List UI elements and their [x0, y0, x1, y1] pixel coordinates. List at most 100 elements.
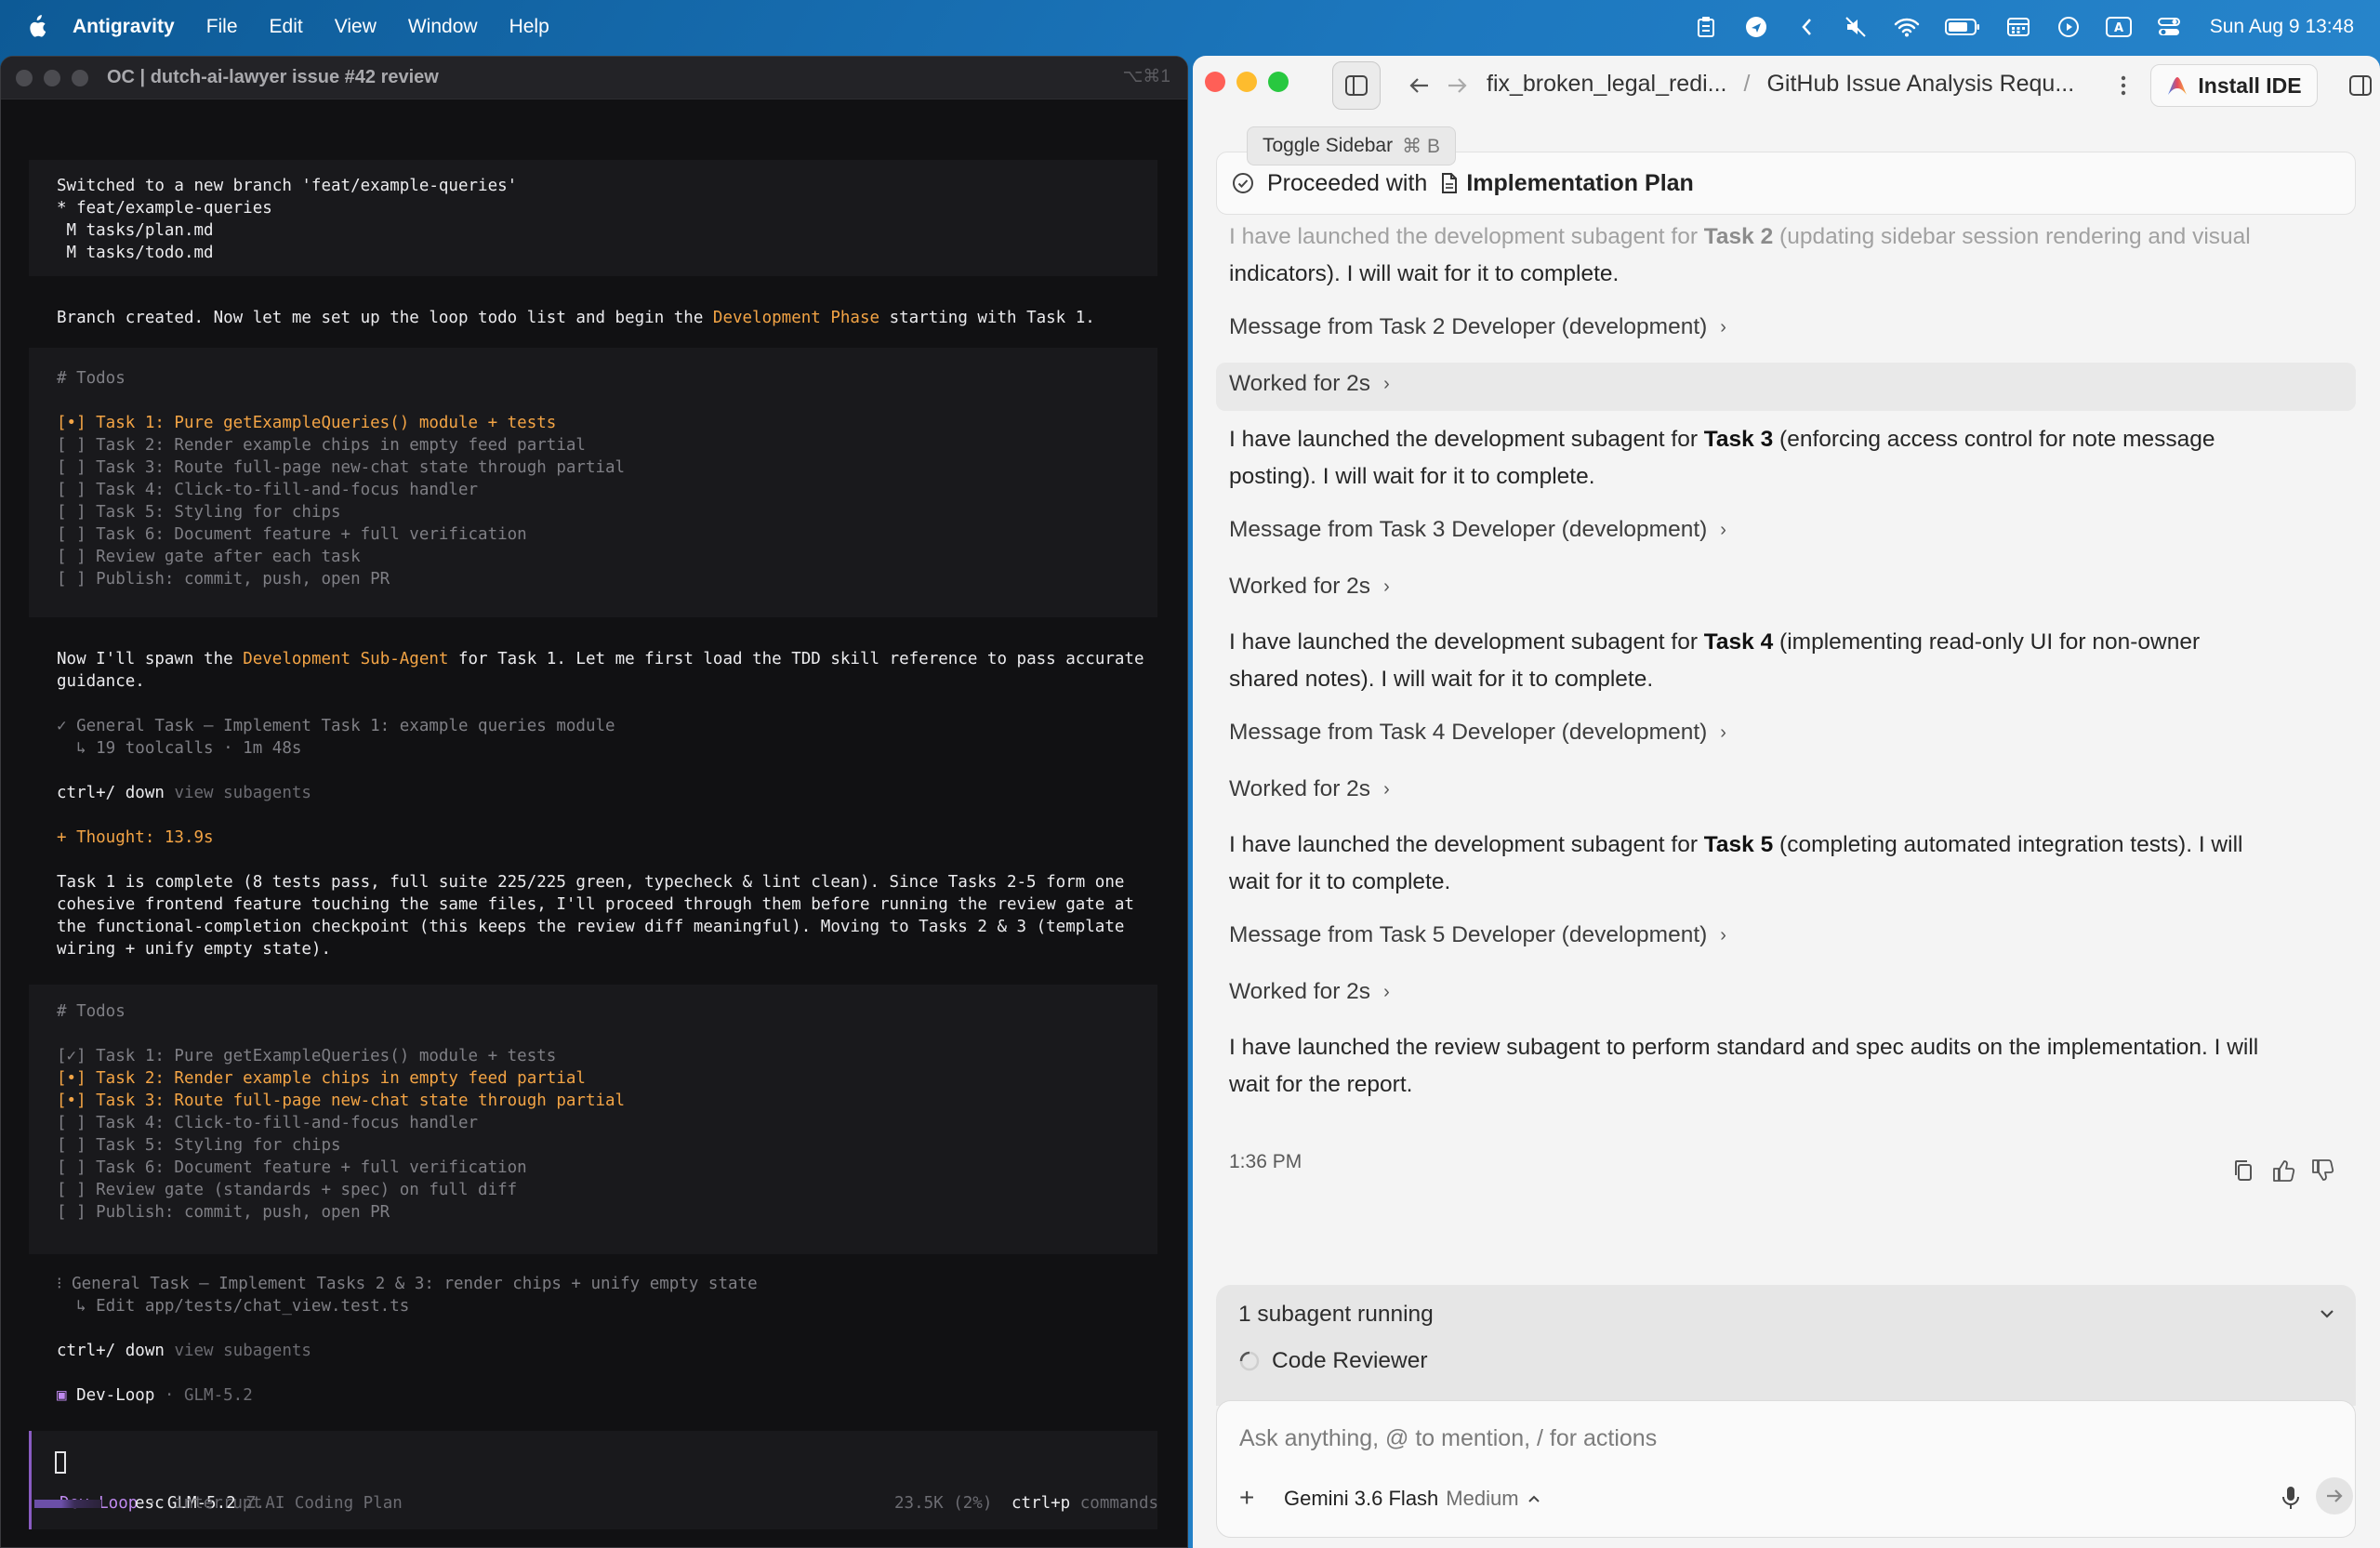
- worked-for-toggle[interactable]: Worked for 2s ›: [1229, 979, 1390, 1005]
- thought-toggle[interactable]: + Thought: 13.9s: [57, 827, 214, 849]
- todos-block: # Todos [✓] Task 1: Pure getExampleQueri…: [29, 985, 1157, 1254]
- input-source-icon[interactable]: A: [2105, 14, 2132, 40]
- worked-for-toggle[interactable]: Worked for 2s ›: [1229, 574, 1390, 600]
- todo-item: [ ] Publish: commit, push, open PR: [57, 570, 390, 589]
- todos-block: # Todos [•] Task 1: Pure getExampleQueri…: [29, 348, 1157, 617]
- model-mode: Medium: [1446, 1487, 1519, 1510]
- check-circle-icon: [1233, 173, 1253, 193]
- todo-item: [ ] Review gate (standards + spec) on fu…: [57, 1181, 518, 1199]
- menu-window[interactable]: Window: [408, 16, 478, 38]
- close-button[interactable]: [16, 69, 33, 86]
- worked-for-toggle[interactable]: Worked for 2s ›: [1229, 371, 1390, 397]
- todo-item: [ ] Publish: commit, push, open PR: [57, 1203, 390, 1222]
- loading-spinner-icon: [1239, 1351, 1260, 1371]
- worked-for-toggle[interactable]: Worked for 2s ›: [1229, 776, 1390, 802]
- microphone-icon[interactable]: [2281, 1485, 2300, 1511]
- send-button[interactable]: [2316, 1477, 2353, 1515]
- menu-help[interactable]: Help: [509, 16, 549, 38]
- more-options-button[interactable]: [2109, 61, 2137, 110]
- message-from-task3[interactable]: Message from Task 3 Developer (developme…: [1229, 517, 1726, 543]
- message-from-task2[interactable]: Message from Task 2 Developer (developme…: [1229, 314, 1726, 340]
- chat-input-placeholder[interactable]: Ask anything, @ to mention, / for action…: [1239, 1425, 1657, 1452]
- token-usage: 23.5K (2%): [894, 1494, 993, 1513]
- assistant-message-cont: guidance.: [57, 672, 145, 691]
- chat-toolbar: fix_broken_legal_redi... / GitHub Issue …: [1193, 56, 2380, 121]
- svg-text:A: A: [2114, 21, 2123, 35]
- install-ide-button[interactable]: Install IDE: [2150, 64, 2318, 107]
- chevron-up-icon: [1527, 1495, 1540, 1502]
- agent-message-review: I have launched the review subagent to p…: [1229, 1035, 2259, 1060]
- todo-item-active: [•] Task 1: Pure getExampleQueries() mod…: [57, 414, 557, 432]
- send-icon[interactable]: [1743, 14, 1769, 40]
- subagent-row[interactable]: Code Reviewer: [1238, 1348, 1428, 1374]
- thumbs-down-icon[interactable]: [2311, 1158, 2335, 1183]
- zoom-button[interactable]: [1268, 72, 1289, 92]
- agent-message-task4: I have launched the development subagent…: [1229, 629, 2201, 655]
- chevron-down-icon[interactable]: [2319, 1307, 2335, 1320]
- todo-item: [ ] Task 4: Click-to-fill-and-focus hand…: [57, 481, 479, 499]
- todo-item-active: [•] Task 3: Route full-page new-chat sta…: [57, 1092, 626, 1110]
- breadcrumb-project[interactable]: fix_broken_legal_redi...: [1487, 71, 1727, 98]
- breadcrumb: fix_broken_legal_redi... / GitHub Issue …: [1487, 71, 2074, 98]
- agent-message-task5-cont: wait for it to complete.: [1229, 869, 1451, 894]
- assistant-message: Now I'll spawn the Development Sub-Agent…: [57, 650, 1144, 668]
- model-selector[interactable]: Gemini 3.6 Flash Medium: [1284, 1487, 1541, 1511]
- git-output-block: Switched to a new branch 'feat/example-q…: [29, 160, 1157, 276]
- apple-menu-icon[interactable]: [24, 14, 48, 39]
- agent-message-task3: I have launched the development subagent…: [1229, 427, 2215, 452]
- calendar-grid-icon[interactable]: [2005, 14, 2031, 40]
- forward-button[interactable]: [1433, 61, 1481, 110]
- subagents-header: 1 subagent running: [1238, 1302, 1434, 1327]
- copy-icon[interactable]: [2232, 1158, 2256, 1183]
- chat-input-box[interactable]: Ask anything, @ to mention, / for action…: [1216, 1400, 2356, 1538]
- muted-speaker-icon[interactable]: [1844, 14, 1870, 40]
- toggle-sidebar-tooltip: Toggle Sidebar ⌘ B: [1247, 126, 1456, 165]
- commands-hint[interactable]: ctrl+p commands: [1012, 1492, 1158, 1515]
- todo-item: [ ] Review gate after each task: [57, 548, 361, 566]
- control-center-icon[interactable]: [2156, 14, 2182, 40]
- chevron-right-icon: ›: [1720, 721, 1726, 743]
- view-subagents-hint[interactable]: ctrl+/ down view subagents: [57, 782, 311, 804]
- chevron-left-icon[interactable]: [1793, 14, 1819, 40]
- menu-view[interactable]: View: [335, 16, 377, 38]
- subagent-name: Code Reviewer: [1272, 1348, 1428, 1373]
- subagent-task-meta: ↳ 19 toolcalls · 1m 48s: [57, 739, 302, 758]
- add-attachment-button[interactable]: +: [1239, 1483, 1254, 1513]
- wifi-icon[interactable]: [1894, 14, 1920, 40]
- subagents-panel[interactable]: 1 subagent running Code Reviewer: [1216, 1285, 2356, 1406]
- implementation-plan-link[interactable]: Implementation Plan: [1466, 170, 1693, 197]
- menubar-clock[interactable]: Sun Aug 9 13:48: [2210, 16, 2354, 38]
- summary-line: the functional-completion checkpoint (th…: [57, 918, 1125, 936]
- message-from-task5[interactable]: Message from Task 5 Developer (developme…: [1229, 922, 1726, 948]
- zoom-button[interactable]: [72, 69, 88, 86]
- thumbs-up-icon[interactable]: [2272, 1158, 2296, 1183]
- model-name: Gemini 3.6 Flash: [1284, 1487, 1439, 1510]
- view-subagents-hint[interactable]: ctrl+/ down view subagents: [57, 1340, 311, 1362]
- vertical-dots-icon: [2121, 75, 2126, 96]
- clipboard-icon[interactable]: [1693, 14, 1719, 40]
- output-line: M tasks/plan.md: [57, 221, 214, 240]
- toggle-panel-button[interactable]: [2342, 61, 2379, 110]
- arrow-right-icon: [1448, 78, 1467, 93]
- close-button[interactable]: [1205, 72, 1225, 92]
- toggle-sidebar-button[interactable]: [1332, 61, 1381, 110]
- battery-icon[interactable]: [1944, 14, 1981, 40]
- sidebar-icon: [1345, 75, 1368, 96]
- subagent-task-running[interactable]: ⁝ General Task — Implement Tasks 2 & 3: …: [57, 1273, 758, 1295]
- menu-edit[interactable]: Edit: [270, 16, 303, 38]
- terminal-titlebar: OC | dutch-ai-lawyer issue #42 review ⌥⌘…: [1, 57, 1187, 99]
- play-circle-icon[interactable]: [2056, 14, 2082, 40]
- menu-file[interactable]: File: [206, 16, 238, 38]
- app-name-menu[interactable]: Antigravity: [73, 16, 175, 38]
- todo-item: [ ] Task 6: Document feature + full veri…: [57, 1158, 527, 1177]
- todo-item: [ ] Task 5: Styling for chips: [57, 503, 341, 522]
- minimize-button[interactable]: [44, 69, 60, 86]
- agent-message-task4-cont: shared notes). I will wait for it to com…: [1229, 667, 1654, 692]
- breadcrumb-conversation[interactable]: GitHub Issue Analysis Requ...: [1766, 71, 2074, 98]
- minimize-button[interactable]: [1236, 72, 1257, 92]
- summary-line: cohesive frontend feature touching the s…: [57, 895, 1134, 914]
- interrupt-hint[interactable]: esc interrupt: [135, 1492, 262, 1515]
- subagent-task-done[interactable]: ✓ General Task — Implement Task 1: examp…: [57, 715, 615, 737]
- breadcrumb-separator: /: [1743, 71, 1751, 97]
- message-from-task4[interactable]: Message from Task 4 Developer (developme…: [1229, 720, 1726, 746]
